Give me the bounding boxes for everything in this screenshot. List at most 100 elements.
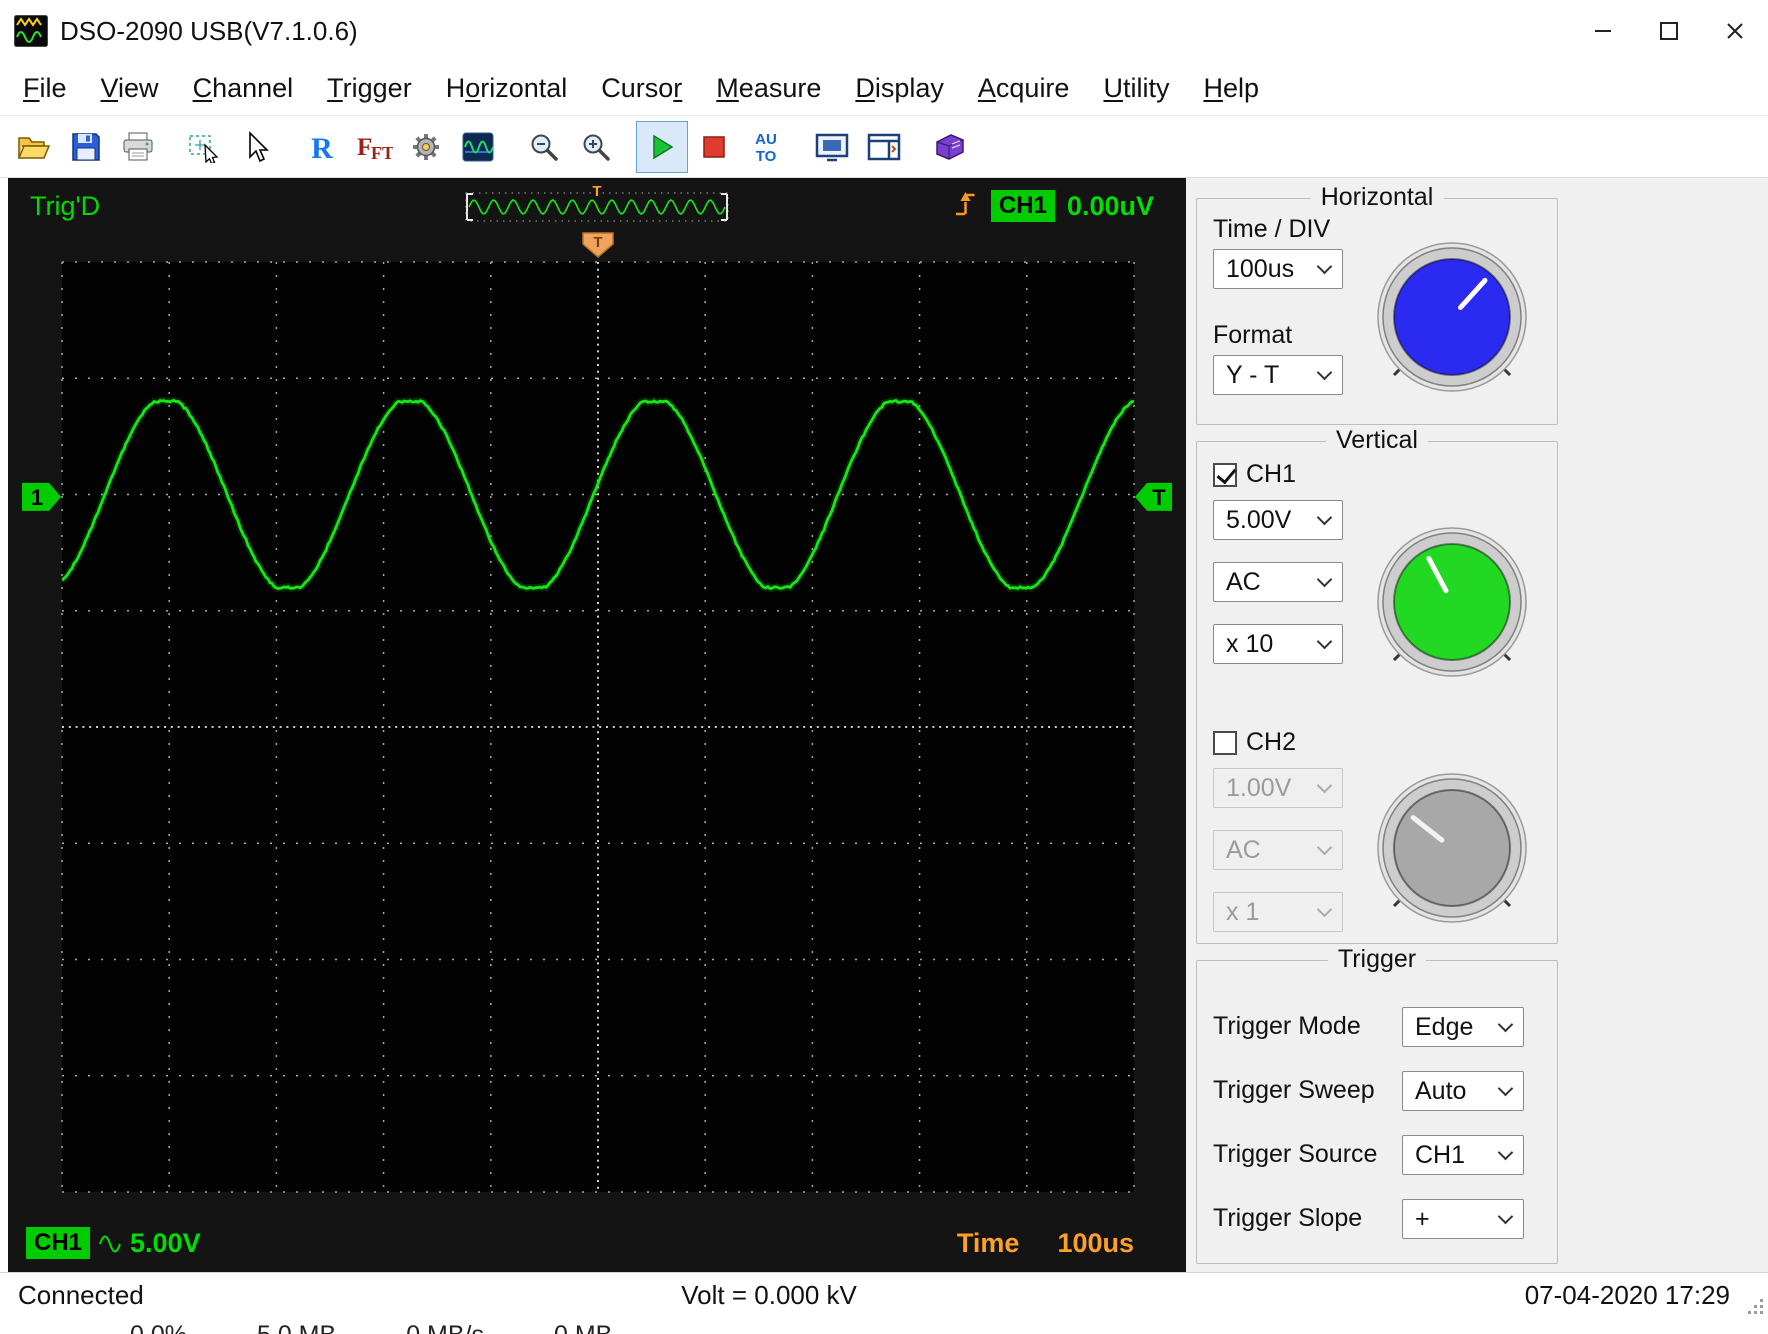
title-bar: DSO-2090 USB(V7.1.0.6) bbox=[0, 0, 1768, 62]
cursor-measure-button[interactable] bbox=[178, 121, 230, 173]
chevron-down-icon bbox=[1316, 571, 1333, 587]
menu-utility[interactable]: Utility bbox=[1086, 62, 1186, 115]
ch1-checkbox[interactable] bbox=[1213, 462, 1237, 487]
refresh-button[interactable]: R bbox=[296, 121, 348, 173]
svg-text:F: F bbox=[357, 134, 372, 161]
toolbar-separator bbox=[622, 127, 636, 167]
fft-icon: F FT bbox=[355, 131, 393, 163]
trigger-source-label: Trigger Source bbox=[1213, 1140, 1378, 1168]
zoom-in-button[interactable] bbox=[570, 121, 622, 173]
format-select[interactable]: Y - T bbox=[1213, 355, 1343, 395]
status-partial-text: 0.0% 5.0 MB 0 MB/s 0 MB bbox=[130, 1318, 612, 1334]
menu-trigger[interactable]: Trigger bbox=[310, 62, 429, 115]
menu-display[interactable]: Display bbox=[838, 62, 961, 115]
scope-area: Trig'D T CH1 0.00uV 1TT CH1 5.00V Time 1… bbox=[8, 178, 1186, 1272]
panel-layout-button[interactable] bbox=[858, 121, 910, 173]
trigger-group-title: Trigger bbox=[1327, 945, 1427, 974]
trigger-slope-label: Trigger Slope bbox=[1213, 1204, 1363, 1232]
trigger-status: Trig'D bbox=[30, 190, 101, 221]
stop-acquisition-icon bbox=[702, 135, 726, 159]
chevron-down-icon bbox=[1497, 1144, 1514, 1160]
trigger-sweep-select[interactable]: Auto bbox=[1402, 1071, 1524, 1111]
menu-view[interactable]: View bbox=[84, 62, 176, 115]
horizontal-group-title: Horizontal bbox=[1310, 183, 1444, 212]
menu-measure[interactable]: Measure bbox=[699, 62, 838, 115]
pointer-cursor-button[interactable] bbox=[230, 121, 282, 173]
toolbar-separator bbox=[282, 127, 296, 167]
help-button[interactable] bbox=[924, 121, 976, 173]
start-acquisition-button[interactable] bbox=[636, 120, 688, 173]
panel-layout-icon bbox=[867, 132, 901, 162]
trigger-source-badge: CH1 bbox=[990, 190, 1055, 222]
ch1-badge: CH1 bbox=[26, 1227, 91, 1259]
ch1-attenuation-select[interactable]: x 10 bbox=[1213, 624, 1343, 665]
trigger-group: Trigger Trigger Mode Edge Trigger Sweep Aut… bbox=[1196, 945, 1558, 1264]
ch2-attenuation-select[interactable]: x 1 bbox=[1213, 892, 1343, 933]
time-div-select[interactable]: 100us bbox=[1213, 249, 1343, 289]
zoom-out-button[interactable] bbox=[518, 121, 570, 173]
trigger-source-row: Trigger Source CH1 bbox=[1197, 1135, 1557, 1175]
menu-file[interactable]: File bbox=[6, 62, 84, 115]
chevron-down-icon bbox=[1316, 839, 1333, 855]
time-label: Time bbox=[956, 1227, 1020, 1258]
toolbar-separator bbox=[910, 127, 924, 167]
waveform-display-button[interactable] bbox=[452, 121, 504, 173]
settings-gear-button[interactable] bbox=[400, 121, 452, 173]
format-label: Format bbox=[1213, 321, 1293, 349]
minimize-button[interactable] bbox=[1570, 0, 1636, 62]
status-partial-fragment: 5.0 MB bbox=[257, 1318, 336, 1334]
chevron-down-icon bbox=[1316, 777, 1333, 793]
control-panel: Horizontal Time / DIV 100us Format Y - T… bbox=[1186, 178, 1768, 1272]
svg-text:1: 1 bbox=[31, 485, 43, 510]
ch2-volts-select[interactable]: 1.00V bbox=[1213, 768, 1343, 809]
scope-display[interactable]: 1 T T bbox=[16, 228, 1178, 1220]
zoom-out-icon bbox=[528, 131, 560, 163]
trigger-mode-label: Trigger Mode bbox=[1213, 1012, 1361, 1040]
menu-acquire[interactable]: Acquire bbox=[961, 62, 1087, 115]
fft-button[interactable]: F FT bbox=[348, 121, 400, 173]
open-file-button[interactable] bbox=[8, 121, 60, 173]
status-partial-fragment: 0 MB/s bbox=[406, 1318, 484, 1334]
status-bar: Connected Volt = 0.000 kV 07-04-2020 17:… bbox=[0, 1272, 1768, 1318]
trigger-slope-select[interactable]: + bbox=[1402, 1199, 1524, 1239]
stop-acquisition-button[interactable] bbox=[688, 121, 740, 173]
auto-setup-icon: AU TO bbox=[751, 129, 781, 165]
ac-coupling-icon bbox=[98, 1232, 122, 1254]
toolbar: R F FT AU TO bbox=[0, 116, 1768, 178]
menu-cursor[interactable]: Cursor bbox=[584, 62, 699, 115]
toolbar-separator bbox=[504, 127, 518, 167]
horizontal-knob[interactable] bbox=[1368, 233, 1536, 406]
menu-horizontal[interactable]: Horizontal bbox=[429, 62, 585, 115]
record-preview[interactable]: T bbox=[465, 184, 729, 222]
maximize-button[interactable] bbox=[1636, 0, 1702, 62]
ch1-position-knob[interactable] bbox=[1368, 518, 1536, 691]
scope-bottom-readout: CH1 5.00V Time 100us bbox=[16, 1220, 1178, 1266]
ch1-coupling-select[interactable]: AC bbox=[1213, 562, 1343, 603]
trigger-mode-row: Trigger Mode Edge bbox=[1197, 1007, 1557, 1047]
auto-setup-button[interactable]: AU TO bbox=[740, 121, 792, 173]
app-icon bbox=[14, 15, 48, 47]
trigger-readout: CH1 0.00uV bbox=[953, 188, 1154, 225]
waveform-display-icon bbox=[462, 132, 494, 162]
ch1-volts-select[interactable]: 5.00V bbox=[1213, 500, 1343, 541]
ch2-checkbox[interactable] bbox=[1213, 730, 1237, 755]
ch2-coupling-select[interactable]: AC bbox=[1213, 830, 1343, 871]
chevron-down-icon bbox=[1316, 901, 1333, 917]
trigger-source-select[interactable]: CH1 bbox=[1402, 1135, 1524, 1175]
menu-help[interactable]: Help bbox=[1186, 62, 1276, 115]
trigger-level-readout: 0.00uV bbox=[1066, 190, 1154, 221]
trigger-mode-select[interactable]: Edge bbox=[1402, 1007, 1524, 1047]
save-button[interactable] bbox=[60, 121, 112, 173]
fullscreen-button[interactable] bbox=[806, 121, 858, 173]
time-div-value: 100us bbox=[1226, 254, 1295, 283]
settings-gear-icon bbox=[410, 131, 442, 163]
resize-grip[interactable] bbox=[1747, 1298, 1765, 1316]
close-button[interactable] bbox=[1702, 0, 1768, 62]
horizontal-group: Horizontal Time / DIV 100us Format Y - T bbox=[1196, 183, 1558, 426]
chevron-down-icon bbox=[1497, 1208, 1514, 1224]
trigger-sweep-row: Trigger Sweep Auto bbox=[1197, 1071, 1557, 1111]
toolbar-separator bbox=[792, 127, 806, 167]
menu-channel[interactable]: Channel bbox=[176, 62, 311, 115]
ch2-position-knob[interactable] bbox=[1368, 764, 1536, 937]
print-button[interactable] bbox=[112, 121, 164, 173]
